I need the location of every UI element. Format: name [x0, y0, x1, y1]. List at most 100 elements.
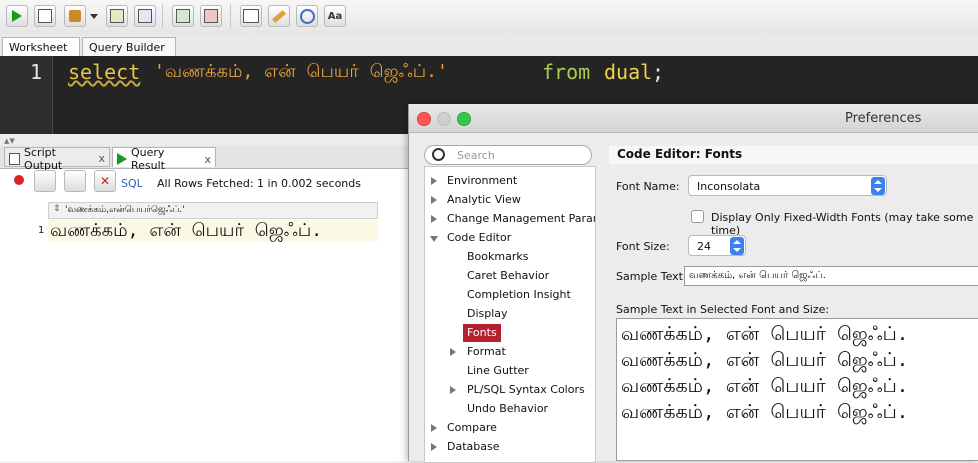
tree-item-completion-insight[interactable]: Completion Insight [467, 287, 571, 303]
tab-worksheet[interactable]: Worksheet [2, 37, 80, 56]
code-semicolon: ; [652, 60, 665, 84]
code-keyword-from: from [542, 60, 591, 84]
search-icon [432, 148, 445, 161]
sample-text-input[interactable]: வணக்கம், என் பெயர் ஜெஃப். [684, 266, 978, 286]
sample-text-value: வணக்கம், என் பெயர் ஜெஃப். [689, 270, 826, 281]
run-statement-icon[interactable] [6, 5, 28, 27]
font-name-value: Inconsolata [697, 180, 761, 193]
tab-query-builder[interactable]: Query Builder [82, 37, 176, 56]
font-size-select[interactable]: 24 [688, 235, 746, 256]
font-preview-area: வணக்கம், என் பெயர் ஜெஃப். வணக்கம், என் ப… [616, 318, 978, 461]
tree-item-code-editor[interactable]: Code Editor [447, 230, 511, 246]
line-gutter: 1 [0, 56, 53, 134]
tree-item-fonts[interactable]: Fonts [463, 324, 501, 342]
result-column-header[interactable]: ⇕ 'வணக்கம்,என்பெயர்ஜெஃப்.' [48, 202, 378, 219]
expand-arrow-icon[interactable] [431, 177, 437, 185]
minimize-window-icon[interactable] [437, 112, 451, 126]
font-size-label: Font Size: [616, 240, 670, 253]
dialog-titlebar[interactable]: Preferences [409, 104, 978, 133]
sample-text-label: Sample Text: [616, 270, 687, 283]
code-string-literal: 'வணக்கம், என் பெயர் ஜெஃப்.' [154, 61, 448, 82]
main-toolbar: Aa [0, 0, 978, 35]
result-cell[interactable]: வணக்கம், என் பெயர் ஜெஃப். [50, 220, 322, 243]
font-name-label: Font Name: [616, 180, 680, 193]
preview-line: வணக்கம், என் பெயர் ஜெஃப். [621, 349, 909, 371]
preferences-dialog: Preferences Search Environment Analytic … [408, 104, 978, 463]
history-icon[interactable] [296, 5, 318, 27]
line-number: 1 [30, 60, 43, 84]
section-header: Code Editor: Fonts [609, 146, 978, 164]
tree-item-bookmarks[interactable]: Bookmarks [467, 249, 528, 265]
dialog-title: Preferences [845, 111, 922, 126]
preview-line: வணக்கம், என் பெயர் ஜெஃப். [621, 375, 909, 397]
row-number: 1 [38, 225, 45, 236]
sql-link[interactable]: SQL [121, 177, 143, 190]
refresh-icon[interactable] [64, 170, 86, 192]
run-icon [117, 153, 127, 165]
expand-arrow-icon[interactable] [431, 443, 437, 451]
expand-arrow-icon[interactable] [431, 196, 437, 204]
toolbar-separator [162, 4, 163, 28]
code-keyword-select: select [68, 60, 141, 84]
tree-item-plsql-syntax-colors[interactable]: PL/SQL Syntax Colors [467, 382, 585, 398]
script-output-icon [9, 152, 21, 165]
close-icon[interactable]: x [98, 152, 105, 165]
preview-line: வணக்கம், என் பெயர் ஜெஃப். [621, 323, 909, 345]
tree-item-analytic-view[interactable]: Analytic View [447, 192, 521, 208]
tree-item-change-management[interactable]: Change Management Paramete [447, 211, 595, 227]
fetch-status: All Rows Fetched: 1 in 0.002 seconds [157, 177, 361, 190]
print-icon[interactable] [34, 170, 56, 192]
close-icon[interactable]: x [204, 153, 211, 166]
sample-area-label: Sample Text in Selected Font and Size: [616, 303, 830, 316]
clear-icon[interactable] [268, 5, 290, 27]
section-title: Code Editor: Fonts [617, 147, 743, 161]
maximize-window-icon[interactable] [457, 112, 471, 126]
run-script-icon[interactable] [34, 5, 56, 27]
expand-arrow-icon[interactable] [431, 215, 437, 223]
tree-item-display[interactable]: Display [467, 306, 508, 322]
output-panel: ▲▼ Script Output x Query Result x ✕ SQL … [0, 134, 410, 461]
pin-icon[interactable] [12, 175, 26, 189]
tree-item-caret-behavior[interactable]: Caret Behavior [467, 268, 549, 284]
chevron-updown-icon [730, 237, 744, 255]
rollback-icon[interactable] [200, 5, 222, 27]
chevron-updown-icon [871, 177, 885, 195]
collapse-arrow-icon[interactable] [430, 236, 438, 242]
tree-item-compare[interactable]: Compare [447, 420, 497, 436]
close-window-icon[interactable] [417, 112, 431, 126]
tree-item-line-gutter[interactable]: Line Gutter [467, 363, 529, 379]
autotrace-icon[interactable] [134, 5, 156, 27]
font-size-value: 24 [697, 240, 711, 253]
tree-item-undo-behavior[interactable]: Undo Behavior [467, 401, 548, 417]
tab-query-result-label: Query Result [131, 146, 165, 172]
dropdown-arrow-icon[interactable] [90, 14, 98, 19]
splitter[interactable]: ▲▼ [0, 134, 410, 146]
fixed-width-checkbox[interactable] [691, 210, 704, 223]
search-placeholder: Search [457, 149, 495, 162]
unshared-sql-icon[interactable] [240, 5, 262, 27]
search-input[interactable]: Search [424, 145, 592, 165]
expand-arrow-icon[interactable] [431, 424, 437, 432]
sort-icon: ⇕ [53, 204, 61, 214]
explain-plan-icon[interactable] [106, 5, 128, 27]
format-icon[interactable]: Aa [324, 5, 346, 27]
tree-item-environment[interactable]: Environment [447, 173, 517, 189]
worksheet-tabs: Worksheet Query Builder [0, 34, 978, 57]
column-header-label: 'வணக்கம்,என்பெயர்ஜெஃப்.' [65, 205, 185, 215]
tree-item-database[interactable]: Database [447, 439, 500, 455]
commit-icon[interactable] [64, 5, 86, 27]
tab-script-output[interactable]: Script Output x [4, 146, 110, 172]
tab-worksheet-label: Worksheet [9, 41, 68, 54]
expand-arrow-icon[interactable] [450, 386, 456, 394]
expand-arrow-icon[interactable] [450, 348, 456, 356]
sql-tuning-icon[interactable] [172, 5, 194, 27]
code-table-dual: dual [604, 60, 653, 84]
font-name-select[interactable]: Inconsolata [688, 175, 887, 196]
tab-script-output-label: Script Output [24, 145, 63, 172]
tab-query-result[interactable]: Query Result x [112, 146, 216, 172]
tree-item-format[interactable]: Format [467, 344, 506, 360]
toolbar-separator [230, 4, 231, 28]
preview-line: வணக்கம், என் பெயர் ஜெஃப். [621, 401, 909, 423]
cancel-fetch-icon[interactable]: ✕ [94, 170, 116, 192]
fixed-width-label: Display Only Fixed-Width Fonts (may take… [711, 211, 974, 237]
